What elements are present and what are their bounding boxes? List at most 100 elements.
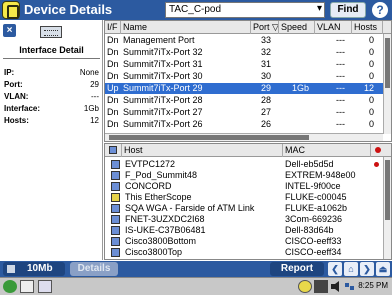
pc-icon [111, 215, 120, 224]
hosts-vertical-scrollbar[interactable] [383, 157, 391, 259]
cell-name: Summit7iTx-Port 29 [123, 83, 203, 93]
cell-host: FNET-3UZXDC2I68 [125, 214, 205, 224]
cell-hosts: 0 [368, 119, 374, 129]
table-row[interactable]: Dn Summit7iTx-Port 26 26 --- 0 [105, 119, 391, 130]
panel-divider [3, 58, 100, 59]
cell-vlan: --- [336, 47, 345, 57]
list-item[interactable]: Cisco3800Top CISCO-eeff34 [105, 247, 391, 258]
column-header-if[interactable]: I/F [105, 21, 121, 34]
device-select[interactable]: TAC_C-pod ▾ [165, 2, 325, 18]
list-item[interactable]: Cisco3800Bottom CISCO-eeff33 [105, 236, 391, 247]
cell-mac: FLUKE-a1062b [285, 203, 348, 213]
start-icon[interactable] [3, 280, 17, 293]
table-row[interactable]: Up Summit7iTx-Port 29 29 1Gb --- 12 [105, 83, 391, 94]
cell-hosts: 12 [363, 83, 374, 93]
app-logo-icon[interactable] [2, 1, 20, 19]
list-item[interactable]: FNET-3UZXDC2I68 3Com-669236 [105, 214, 391, 225]
link-speed-button[interactable]: 10Mb [3, 262, 65, 276]
cell-port: 26 [260, 119, 271, 129]
column-header-port-label: Port [253, 22, 270, 32]
table-row[interactable]: Dn Summit7iTx-Port 27 27 --- 0 [105, 107, 391, 118]
find-button[interactable]: Find [330, 2, 366, 18]
forward-icon[interactable]: ❯ [360, 262, 374, 276]
ports-vertical-scrollbar[interactable] [383, 34, 391, 134]
cell-vlan: --- [336, 71, 345, 81]
stylus-icon[interactable] [38, 280, 52, 293]
table-row[interactable]: Dn Management Port 33 --- 0 [105, 35, 391, 46]
column-header-mac[interactable]: MAC [283, 144, 371, 157]
field-label: Port: [4, 80, 23, 89]
list-item[interactable]: CONCORD INTEL-9f00ce [105, 181, 391, 192]
field-value: 29 [90, 80, 99, 89]
field-port: Port: 29 [4, 80, 99, 89]
column-header-host[interactable]: Host [121, 144, 283, 157]
pc-icon [111, 182, 120, 191]
cell-if: Dn [107, 95, 119, 105]
panel-title: Interface Detail [19, 45, 84, 55]
cell-if: Up [107, 83, 119, 93]
ports-horizontal-scrollbar[interactable] [105, 133, 383, 141]
close-icon[interactable]: × [3, 24, 16, 37]
cell-speed [279, 95, 309, 106]
keyboard-icon[interactable] [20, 280, 34, 293]
cell-if: Dn [107, 71, 119, 81]
list-item[interactable]: This EtherScope FLUKE-c00045 [105, 192, 391, 203]
column-header-hosts[interactable]: Hosts [352, 21, 383, 34]
field-interface: Interface: 1Gb [4, 104, 99, 113]
list-item[interactable]: F_Pod_Summit48 EXTREM-948e00 [105, 170, 391, 181]
cell-if: Dn [107, 59, 119, 69]
table-row[interactable]: Dn Summit7iTx-Port 30 30 --- 0 [105, 71, 391, 82]
exit-icon[interactable]: ⏏ [376, 262, 390, 276]
switch-icon [111, 171, 120, 180]
cell-if: Dn [107, 47, 119, 57]
back-icon[interactable]: ❮ [328, 262, 342, 276]
cell-mac: Dell-eb5d5d [285, 159, 334, 169]
column-header-speed[interactable]: Speed [279, 21, 315, 34]
network-icon[interactable] [344, 280, 358, 293]
cell-host: EVTPC1272 [125, 159, 176, 169]
field-vlan: VLAN: --- [4, 92, 99, 101]
cell-host: Cisco3800Top [125, 247, 183, 257]
details-button[interactable]: Details [70, 262, 118, 276]
cell-speed [279, 47, 309, 58]
chevron-down-icon: ▾ [316, 3, 322, 14]
interface-detail-panel: × Interface Detail IP: None Port: 29 VLA… [0, 20, 103, 260]
list-item[interactable]: EVTPC1272 Dell-eb5d5d [105, 159, 391, 170]
cell-speed: 1Gb [291, 83, 309, 93]
column-header-port[interactable]: Port ▽ [251, 21, 279, 34]
field-ip: IP: None [4, 68, 99, 77]
list-item[interactable]: SQA WGA - Farside of ATM Link FLUKE-a1062… [105, 203, 391, 214]
table-row[interactable]: Dn Summit7iTx-Port 28 28 --- 0 [105, 95, 391, 106]
list-item[interactable]: IS-UKE-C37B06481 Dell-83d64b [105, 225, 391, 236]
link-speed-label: 10Mb [27, 263, 53, 274]
home-icon[interactable]: ⌂ [344, 262, 358, 276]
column-header-name[interactable]: Name [121, 21, 251, 34]
cell-port: 30 [260, 71, 271, 81]
cell-host: This EtherScope [125, 192, 192, 202]
cell-hosts: 0 [368, 71, 374, 81]
power-icon[interactable] [298, 280, 312, 293]
table-row[interactable]: Dn Summit7iTx-Port 31 31 --- 0 [105, 59, 391, 70]
scroll-thumb[interactable] [385, 38, 390, 88]
cell-host: Cisco3800Bottom [125, 236, 197, 246]
cell-port: 28 [260, 95, 271, 105]
cell-name: Summit7iTx-Port 26 [123, 119, 203, 129]
column-header-vlan[interactable]: VLAN [315, 21, 352, 34]
interface-card-icon [40, 26, 62, 38]
cell-hosts: 0 [368, 47, 374, 57]
table-row[interactable]: Dn Summit7iTx-Port 32 32 --- 0 [105, 47, 391, 58]
pc-icon [111, 160, 120, 169]
clock: 8:25 PM [358, 281, 388, 290]
hosts-table-header: Host MAC [105, 144, 391, 157]
cell-port: 31 [260, 59, 271, 69]
scroll-thumb[interactable] [385, 160, 390, 220]
cell-vlan: --- [336, 35, 345, 45]
help-icon[interactable]: ? [372, 2, 388, 18]
window-title: Device Details [24, 2, 113, 17]
report-button[interactable]: Report [270, 262, 324, 276]
volume-icon[interactable] [330, 280, 344, 293]
cell-hosts: 0 [368, 35, 374, 45]
cell-if: Dn [107, 35, 119, 45]
scroll-thumb[interactable] [109, 135, 309, 140]
battery-icon[interactable] [314, 280, 328, 293]
